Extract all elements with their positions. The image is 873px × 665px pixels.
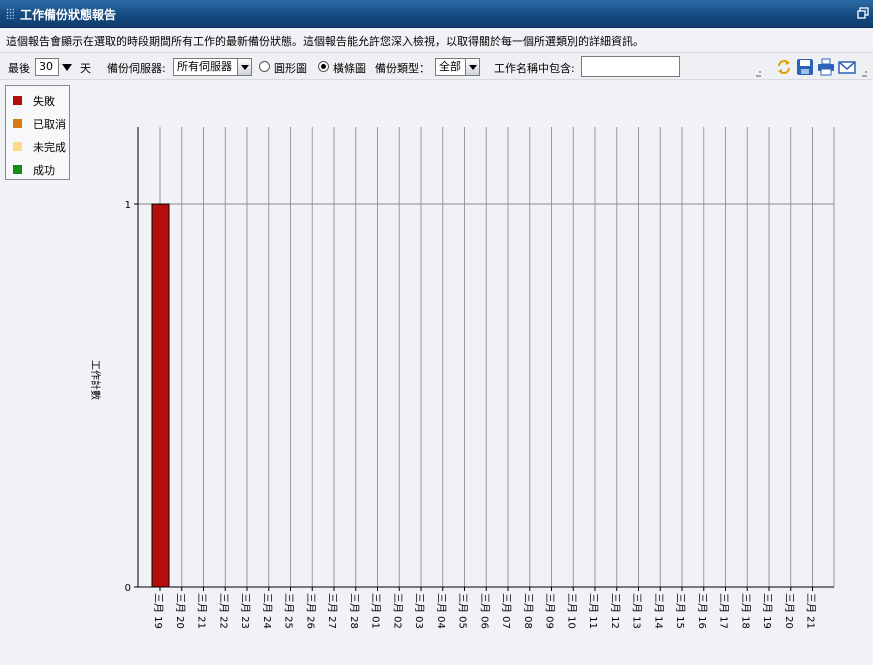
x-tick-label: 三月 21 [196,593,208,629]
x-tick-label: 三月 20 [174,593,186,629]
x-tick-label: 三月 07 [500,593,512,629]
bar-chart: 0 1 工作計數三月 19 三月 20 三月 21 三月 22 三月 23 三月 24 三月 2… [89,127,835,629]
x-tick-label: 三月 25 [283,593,295,629]
x-tick-label: 三月 04 [435,593,447,629]
x-tick-label: 三月 19 [152,593,164,629]
x-tick-label: 三月 12 [609,593,621,629]
x-tick-label: 三月 11 [587,593,599,629]
x-tick-label: 三月 24 [261,593,273,629]
x-tick-label: 三月 08 [522,593,534,629]
x-tick-label: 三月 06 [478,593,490,629]
x-tick-label: 三月 28 [348,593,360,629]
x-tick-label: 三月 01 [370,593,382,629]
x-tick-label: 三月 22 [217,593,229,629]
y-axis-label: 工作計數 [89,360,102,400]
x-tick-label: 三月 02 [391,593,403,629]
y-tick-label: 0 [125,583,131,594]
y-tick-label: 1 [125,200,131,211]
bar-failed [151,203,170,588]
x-tick-label: 三月 27 [326,593,338,629]
x-tick-label: 三月 10 [565,593,577,629]
x-tick-label: 三月 09 [544,593,556,629]
x-tick-label: 三月 26 [304,593,316,629]
x-tick-label: 三月 13 [631,593,643,629]
x-tick-label: 三月 14 [652,593,664,629]
x-tick-label: 三月 18 [739,593,751,629]
x-tick-label: 三月 05 [457,593,469,629]
x-tick-label: 三月 20 [783,593,795,629]
x-tick-label: 三月 21 [805,593,817,629]
x-tick-label: 三月 23 [239,593,251,629]
x-tick-label: 三月 19 [761,593,773,629]
x-tick-label: 三月 03 [413,593,425,629]
x-tick-label: 三月 16 [696,593,708,629]
x-tick-label: 三月 17 [718,593,730,629]
x-tick-label: 三月 15 [674,593,686,629]
